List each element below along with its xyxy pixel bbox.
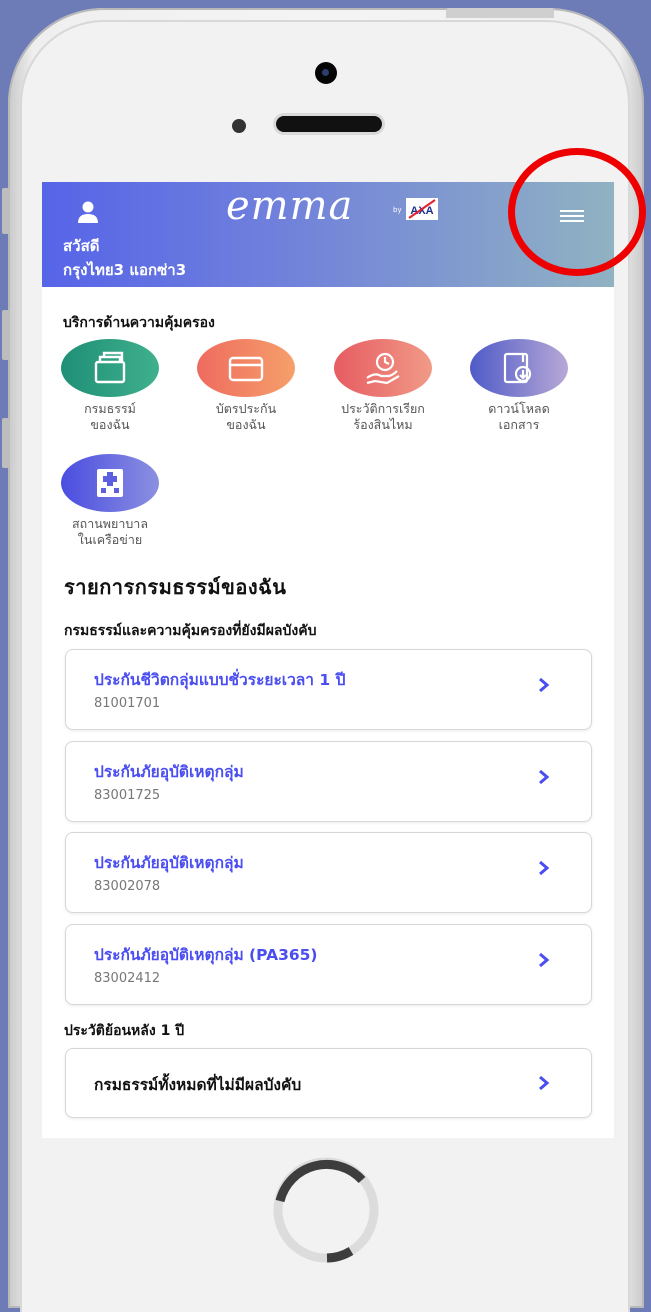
service-label: บัตรประกัน ของฉัน <box>215 401 277 432</box>
policy-name: ประกันชีวิตกลุ่มแบบชั่วระยะเวลา 1 ปี <box>94 671 346 689</box>
policy-card[interactable]: ประกันชีวิตกลุ่มแบบชั่วระยะเวลา 1 ปี 810… <box>65 649 592 730</box>
loading-spinner-icon <box>273 1157 379 1263</box>
inactive-policies-label: กรมธรรม์ทั้งหมดที่ไม่มีผลบังคับ <box>94 1076 302 1094</box>
inactive-policies-card[interactable]: กรมธรรม์ทั้งหมดที่ไม่มีผลบังคับ <box>65 1048 592 1118</box>
axa-logo-icon: AXA <box>406 198 438 220</box>
policy-number: 83001725 <box>94 788 161 803</box>
logo-text: emma <box>226 183 354 229</box>
history-heading: ประวัติย้อนหลัง 1 ปี <box>64 1023 185 1039</box>
emma-logo: emma by AXA <box>226 183 438 229</box>
policy-documents-icon <box>61 339 159 397</box>
service-label: กรมธรรม์ ของฉัน <box>84 401 136 432</box>
policy-card[interactable]: ประกันภัยอุบัติเหตุกลุ่ม 83002078 <box>65 832 592 913</box>
highlight-circle <box>508 148 646 276</box>
download-document-icon <box>470 339 568 397</box>
chevron-right-icon <box>539 769 550 785</box>
power-button <box>446 8 554 18</box>
service-label: ดาวน์โหลด เอกสาร <box>488 401 550 432</box>
volume-down-button <box>2 418 10 468</box>
chevron-right-icon <box>539 1075 550 1091</box>
policy-name: ประกันภัยอุบัติเหตุกลุ่ม <box>94 854 244 872</box>
user-icon[interactable] <box>76 200 100 224</box>
chevron-right-icon <box>539 677 550 693</box>
active-policies-heading: กรมธรรม์และความคุ้มครองที่ยังมีผลบังคับ <box>64 623 317 639</box>
chevron-right-icon <box>539 952 550 968</box>
claim-history-icon <box>334 339 432 397</box>
user-name: กรุงไทย3 แอกซ่า3 <box>63 261 187 279</box>
proximity-sensor <box>232 119 246 133</box>
app-screen: สวัสดี กรุงไทย3 แอกซ่า3 emma by AXA บริก… <box>42 182 614 1138</box>
policy-number: 83002412 <box>94 971 161 986</box>
policy-number: 83002078 <box>94 879 161 894</box>
my-policies-title: รายการกรมธรรม์ของฉัน <box>64 575 287 599</box>
service-my-policies[interactable]: กรมธรรม์ ของฉัน <box>50 339 170 433</box>
services-section-title: บริการด้านความคุ้มครอง <box>63 315 215 331</box>
policy-card[interactable]: ประกันภัยอุบัติเหตุกลุ่ม 83001725 <box>65 741 592 822</box>
hospital-icon <box>61 454 159 512</box>
logo-by-text: by <box>393 206 402 214</box>
policy-card[interactable]: ประกันภัยอุบัติเหตุกลุ่ม (PA365) 8300241… <box>65 924 592 1005</box>
policy-number: 81001701 <box>94 696 161 711</box>
service-my-insurance-card[interactable]: บัตรประกัน ของฉัน <box>186 339 306 433</box>
service-label: สถานพยาบาล ในเครือข่าย <box>72 516 148 547</box>
service-claim-history[interactable]: ประวัติการเรียก ร้องสินไหม <box>323 339 443 433</box>
service-download-documents[interactable]: ดาวน์โหลด เอกสาร <box>459 339 579 433</box>
insurance-card-icon <box>197 339 295 397</box>
volume-up-button <box>2 310 10 360</box>
front-camera <box>315 62 337 84</box>
service-network-hospitals[interactable]: สถานพยาบาล ในเครือข่าย <box>50 454 170 548</box>
policy-name: ประกันภัยอุบัติเหตุกลุ่ม <box>94 763 244 781</box>
greeting-text: สวัสดี <box>63 237 100 255</box>
mute-switch <box>2 188 10 234</box>
policy-name: ประกันภัยอุบัติเหตุกลุ่ม (PA365) <box>94 946 318 964</box>
earpiece-speaker <box>276 116 382 132</box>
chevron-right-icon <box>539 860 550 876</box>
service-label: ประวัติการเรียก ร้องสินไหม <box>341 401 425 432</box>
